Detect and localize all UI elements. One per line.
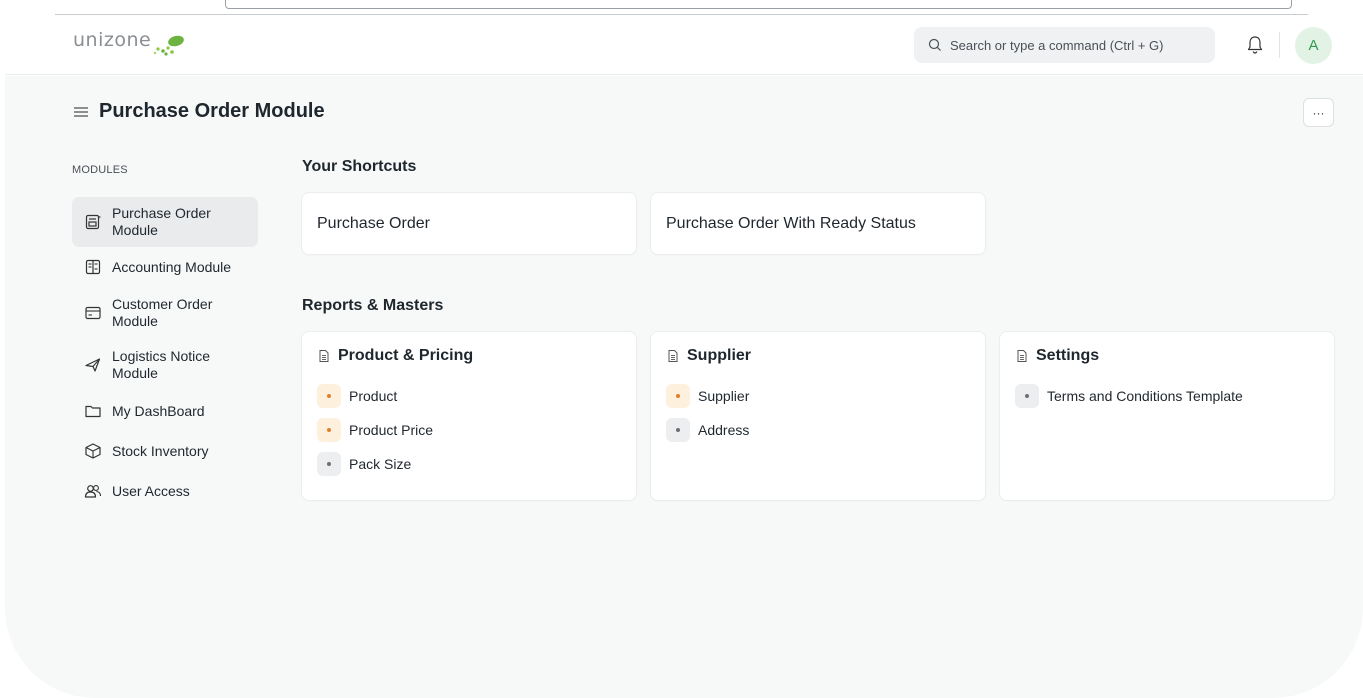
purchase-order-icon (84, 213, 102, 231)
link-list: Terms and Conditions Template (1015, 384, 1319, 408)
sidebar-item-label: Customer Order Module (112, 296, 213, 329)
sidebar-item-user-access[interactable]: User Access (72, 471, 258, 511)
shortcut-purchase-order-ready-status[interactable]: Purchase Order With Ready Status (651, 193, 985, 254)
search-input[interactable]: Search or type a command (Ctrl + G) (914, 27, 1215, 63)
bell-icon[interactable] (1246, 35, 1264, 55)
sidebar-item-accounting-module[interactable]: Accounting Module (72, 247, 258, 287)
link-label: Pack Size (349, 456, 412, 472)
card-title: Settings (1036, 347, 1100, 364)
link-label: Product Price (349, 422, 434, 438)
link-terms-and-conditions-template[interactable]: Terms and Conditions Template (1015, 384, 1319, 408)
link-label: Product (349, 388, 398, 404)
sidebar-item-my-dashboard[interactable]: My DashBoard (72, 391, 258, 431)
link-product[interactable]: Product (317, 384, 621, 408)
navbar: unizone Search or type a command (Ctrl +… (5, 15, 1363, 75)
bullet-icon (1015, 384, 1039, 408)
search-icon (928, 38, 941, 51)
card-title: Product & Pricing (338, 347, 474, 364)
search-placeholder: Search or type a command (Ctrl + G) (950, 37, 1164, 53)
leaf-logo-icon (154, 35, 185, 56)
sidebar-item-label: Accounting Module (112, 258, 232, 275)
link-product-price[interactable]: Product Price (317, 418, 621, 442)
sidebar-item-label: User Access (112, 482, 190, 499)
browser-url-bar[interactable] (225, 0, 1292, 9)
sidebar-item-label: My DashBoard (112, 402, 205, 419)
sidebar-item-customer-order-module[interactable]: Customer Order Module (72, 287, 258, 339)
browser-toolbar (55, 0, 1308, 15)
document-icon (668, 350, 678, 362)
card-settings: Settings Terms and Conditions Template (1000, 332, 1334, 500)
users-icon (84, 482, 102, 500)
report-cards: Product & Pricing Product Product Price … (302, 332, 1342, 500)
link-pack-size[interactable]: Pack Size (317, 452, 621, 476)
hamburger-menu-icon[interactable] (73, 105, 89, 119)
card-header: Supplier (666, 347, 970, 365)
link-list: Supplier Address (666, 384, 970, 442)
sidebar-item-logistics-notice-module[interactable]: Logistics Notice Module (72, 339, 258, 391)
bullet-icon (666, 384, 690, 408)
avatar[interactable]: A (1295, 27, 1332, 64)
link-label: Address (698, 422, 750, 438)
more-options-button[interactable]: ··· (1303, 98, 1334, 127)
bullet-icon (666, 418, 690, 442)
card-supplier: Supplier Supplier Address (651, 332, 985, 500)
sidebar-item-label: Stock Inventory (112, 442, 209, 459)
link-address[interactable]: Address (666, 418, 970, 442)
page-title: Purchase Order Module (99, 100, 325, 122)
link-label: Terms and Conditions Template (1047, 388, 1243, 404)
page-header: Purchase Order Module (73, 100, 325, 123)
bullet-icon (317, 452, 341, 476)
document-icon (319, 350, 329, 362)
logo[interactable]: unizone (73, 29, 186, 61)
link-list: Product Product Price Pack Size (317, 384, 621, 476)
link-label: Supplier (698, 388, 750, 404)
card-header: Product & Pricing (317, 347, 621, 365)
sidebar-heading: MODULES (72, 164, 128, 176)
card-header: Settings (1015, 347, 1319, 365)
folder-icon (84, 402, 102, 420)
workspace-content: Your Shortcuts Purchase Order Purchase O… (302, 158, 1342, 500)
shortcuts-list: Purchase Order Purchase Order With Ready… (302, 193, 1342, 254)
shortcut-purchase-order[interactable]: Purchase Order (302, 193, 636, 254)
card-title: Supplier (687, 347, 752, 364)
link-supplier[interactable]: Supplier (666, 384, 970, 408)
sidebar-item-stock-inventory[interactable]: Stock Inventory (72, 431, 258, 471)
reports-title: Reports & Masters (302, 297, 444, 314)
card-product-pricing: Product & Pricing Product Product Price … (302, 332, 636, 500)
sidebar: MODULES Purchase Order Module Accounting… (72, 164, 258, 511)
bullet-icon (317, 418, 341, 442)
bullet-icon (317, 384, 341, 408)
sidebar-item-label: Logistics Notice Module (112, 348, 211, 381)
sidebar-item-purchase-order-module[interactable]: Purchase Order Module (72, 197, 258, 247)
main-area: Purchase Order Module ··· MODULES Purcha… (5, 76, 1363, 698)
sidebar-item-label: Purchase Order Module (112, 205, 211, 238)
shortcuts-title: Your Shortcuts (302, 158, 417, 175)
document-icon (1017, 350, 1027, 362)
customer-order-icon (84, 304, 102, 322)
logo-text: unizone (73, 29, 152, 51)
box-icon (84, 442, 102, 460)
accounting-icon (84, 258, 102, 276)
plane-icon (84, 356, 102, 374)
navbar-divider (1279, 32, 1280, 58)
